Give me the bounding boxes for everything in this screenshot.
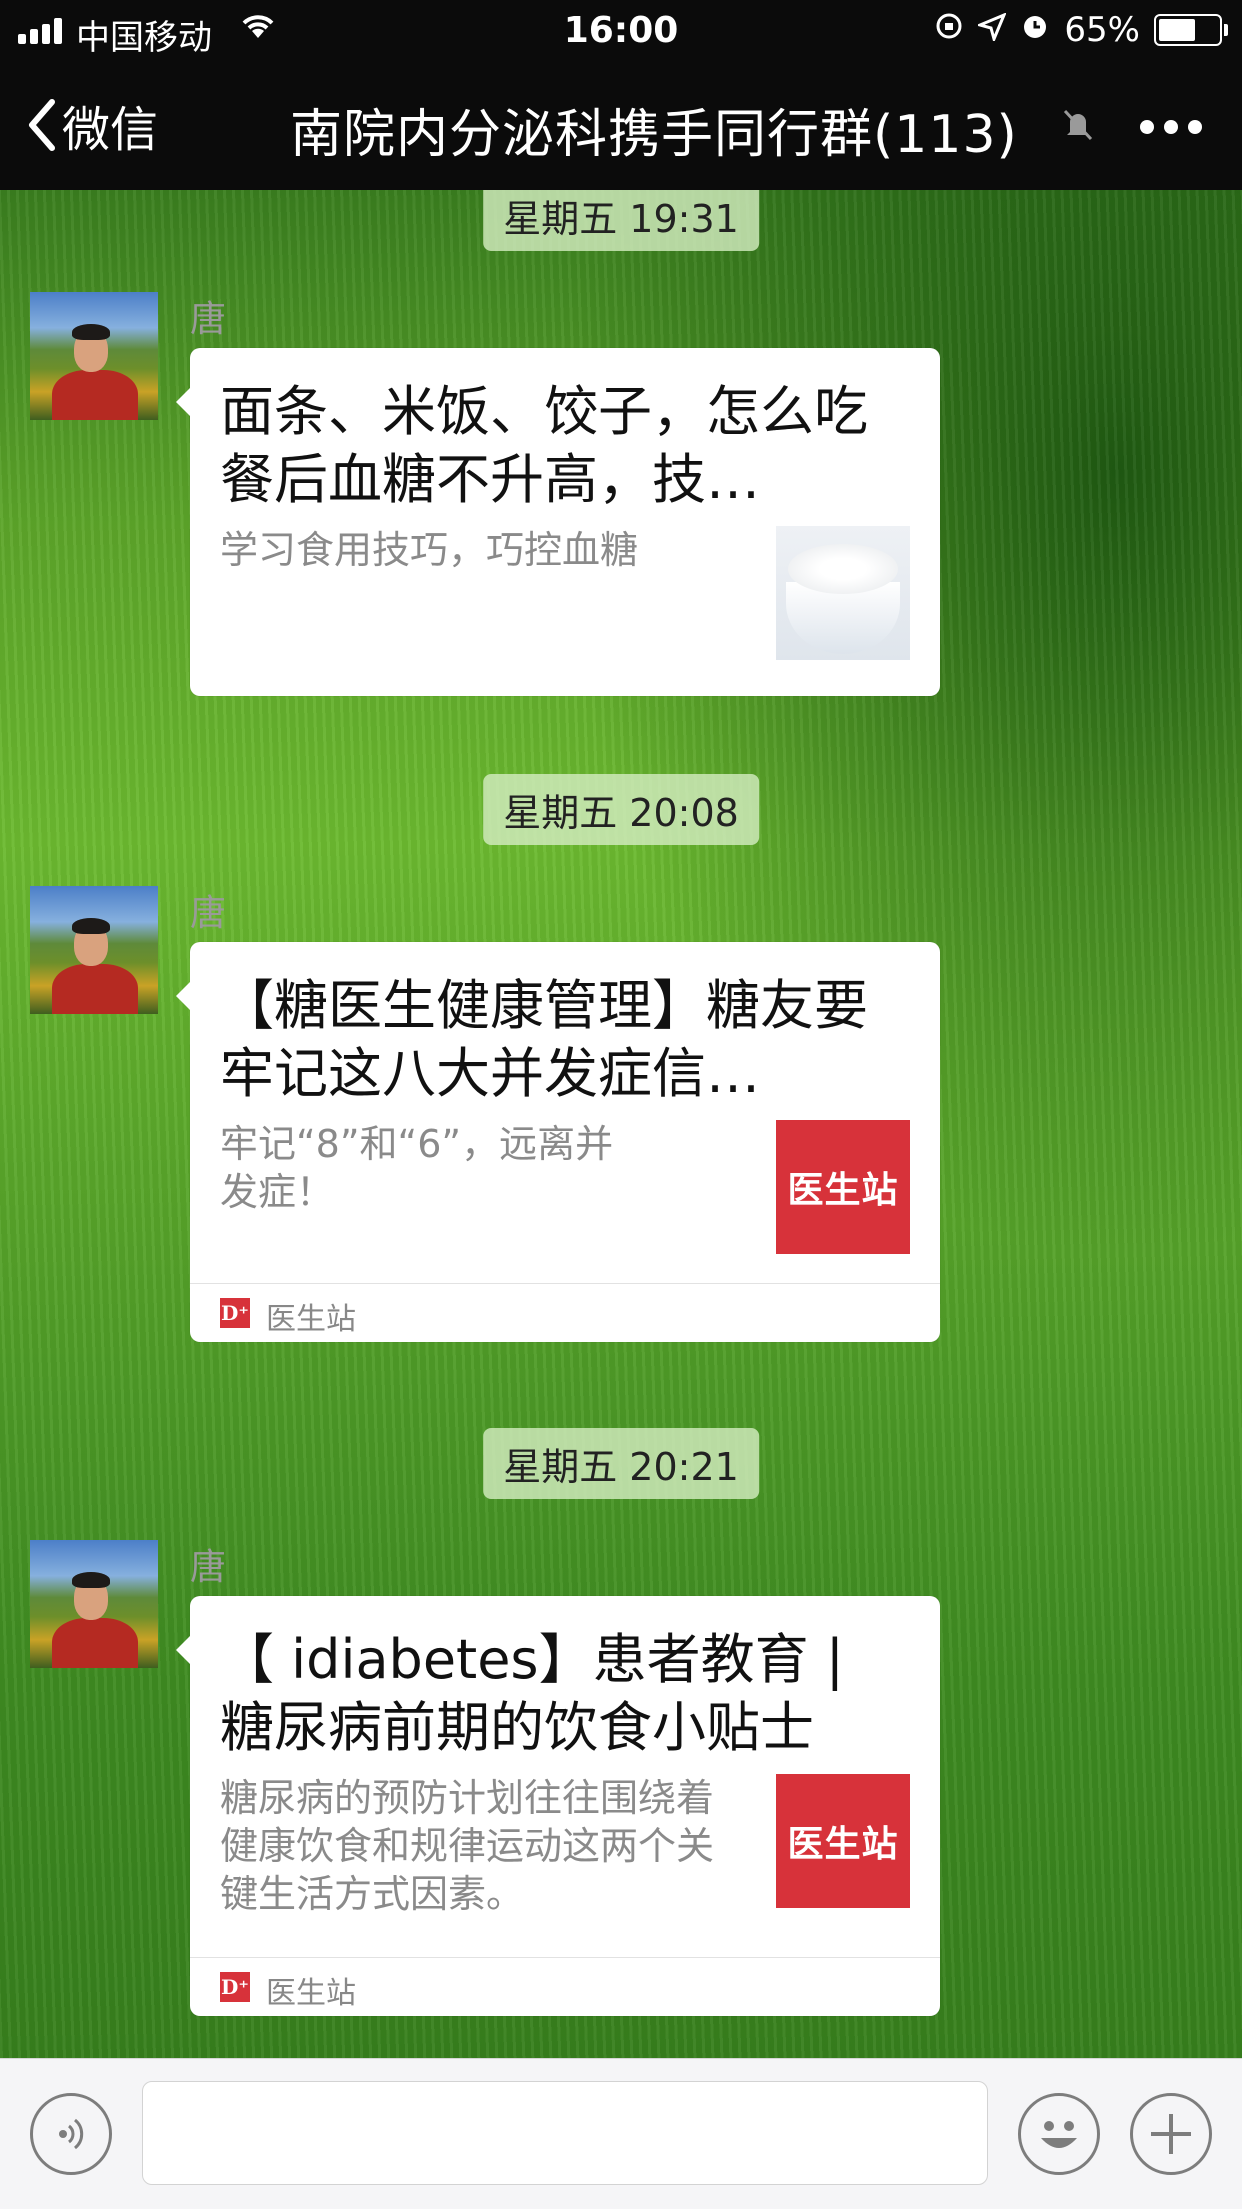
- rotation-lock-icon: [934, 10, 964, 50]
- d-logo-icon: D⁺: [220, 1298, 250, 1328]
- article-source[interactable]: D⁺ 医生站: [190, 1957, 940, 2016]
- voice-button[interactable]: [30, 2093, 112, 2175]
- article-desc: 糖尿病的预防计划往往围绕着健康饮食和规律运动这两个关键生活方式因素。: [220, 1776, 715, 1916]
- chat-title: 南院内分泌科携手同行群(113): [290, 105, 1018, 165]
- emoji-icon: [1041, 2121, 1077, 2148]
- avatar[interactable]: [30, 1540, 158, 1668]
- chat-area[interactable]: 星期五 19:31 唐 面条、米饭、饺子，怎么吃餐后血糖不升高，技… 学习食用技…: [0, 190, 1242, 2058]
- article-thumbnail: 医生站: [776, 1120, 910, 1254]
- location-icon: [975, 10, 1008, 50]
- more-options-button[interactable]: [1140, 120, 1202, 134]
- sender-name: 唐: [190, 893, 227, 934]
- timestamp-chip: 星期五 20:08: [483, 774, 759, 845]
- rice-bowl-thumbnail: [776, 526, 910, 660]
- article-title: 【糖医生健康管理】糖友要牢记这八大并发症信…: [220, 974, 868, 1105]
- status-bar: 中国移动 16:00 65%: [0, 0, 1242, 62]
- article-card[interactable]: 面条、米饭、饺子，怎么吃餐后血糖不升高，技… 学习食用技巧，巧控血糖: [176, 348, 940, 696]
- avatar[interactable]: [30, 886, 158, 1014]
- source-label: 医生站: [266, 1976, 356, 2011]
- mute-icon: [1060, 106, 1096, 146]
- message-input[interactable]: [142, 2081, 988, 2185]
- article-card[interactable]: 【 idiabetes】患者教育 | 糖尿病前期的饮食小贴士 糖尿病的预防计划往…: [176, 1596, 940, 2016]
- chevron-left-icon: [29, 99, 55, 151]
- article-thumbnail: 医生站: [776, 1774, 910, 1908]
- back-label: 微信: [62, 102, 159, 158]
- source-label: 医生站: [266, 1302, 356, 1337]
- battery-icon: [1154, 14, 1228, 46]
- emoji-button[interactable]: [1018, 2093, 1100, 2175]
- alarm-icon: [1020, 10, 1050, 50]
- article-title: 面条、米饭、饺子，怎么吃餐后血糖不升高，技…: [220, 380, 868, 511]
- add-button[interactable]: [1130, 2093, 1212, 2175]
- nav-bar: 微信 南院内分泌科携手同行群(113): [0, 62, 1242, 190]
- plus-icon: [1151, 2114, 1191, 2154]
- battery-percent: 65%: [1064, 10, 1140, 50]
- input-bar: [0, 2058, 1242, 2209]
- voice-icon: [59, 2118, 84, 2150]
- sender-name: 唐: [190, 1547, 227, 1588]
- sender-name: 唐: [190, 299, 227, 340]
- article-source[interactable]: D⁺ 医生站: [190, 1283, 940, 1342]
- timestamp-chip: 星期五 19:31: [483, 190, 759, 251]
- top-bar: 中国移动 16:00 65% 微信 南院内分泌科携手同行群(113): [0, 0, 1242, 190]
- article-desc: 学习食用技巧，巧控血糖: [220, 528, 639, 572]
- avatar[interactable]: [30, 292, 158, 420]
- article-title: 【 idiabetes】患者教育 | 糖尿病前期的饮食小贴士: [220, 1628, 844, 1759]
- status-right: 65%: [934, 10, 1228, 50]
- timestamp-chip: 星期五 20:21: [483, 1428, 759, 1499]
- d-logo-icon: D⁺: [220, 1972, 250, 2002]
- article-desc: 牢记“8”和“6”，远离并发症！: [220, 1122, 614, 1214]
- back-button[interactable]: 微信: [26, 90, 158, 160]
- article-card[interactable]: 【糖医生健康管理】糖友要牢记这八大并发症信… 牢记“8”和“6”，远离并发症！ …: [176, 942, 940, 1342]
